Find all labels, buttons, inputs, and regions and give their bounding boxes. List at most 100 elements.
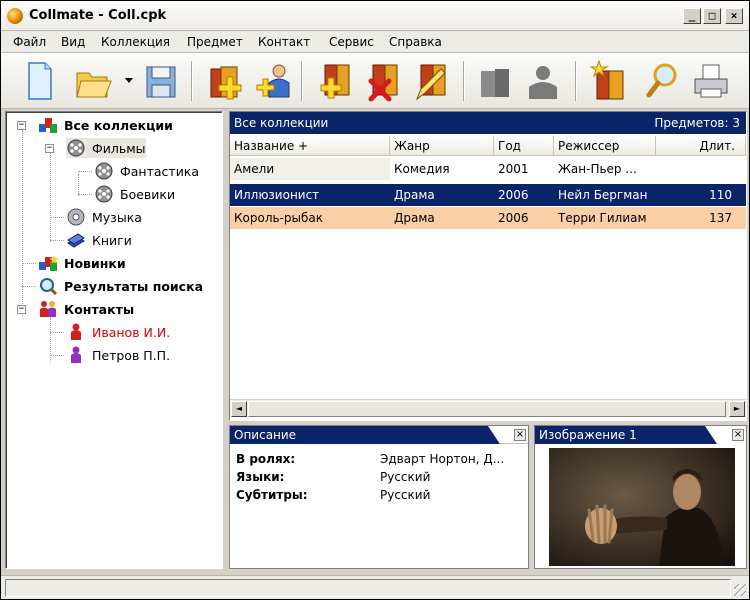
tree-expander[interactable]: − [17,305,26,314]
tree-expander[interactable]: − [17,121,26,130]
prop-label-cast: В ролях: [236,452,296,466]
disabled-item-button[interactable] [475,59,515,103]
resize-grip-icon[interactable] [734,584,746,596]
tree-item-contact-petrov[interactable]: Петров П.П. [66,345,170,365]
tree-item-label: Петров П.П. [92,347,171,363]
add-contact-icon [256,64,290,98]
menu-help[interactable]: Справка [389,35,442,49]
title-bar[interactable]: Collmate - Coll.cpk _ □ × [1,1,749,31]
items-count: Предметов: 3 [654,116,740,130]
tree-item-boeviki[interactable]: Боевики [94,184,175,204]
cell-year: 2001 [498,162,529,176]
toolbar-separator [575,61,577,101]
image-caption: Изображение 1 [539,428,637,442]
menu-item[interactable]: Предмет [187,35,243,49]
tree-item-label: Книги [92,232,132,248]
delete-item-icon [368,64,398,102]
new-items-icon [589,59,624,100]
music-disc-icon [67,208,85,226]
scroll-right-button[interactable]: ► [729,401,745,417]
cell-title: Иллюзионист [234,188,320,202]
cell-year: 2006 [498,188,529,202]
cell-genre: Комедия [394,162,450,176]
status-field [5,579,731,597]
tree-item-label: Иванов И.И. [92,324,171,340]
open-folder-icon [76,72,112,98]
tree-item-fantastika[interactable]: Фантастика [94,161,199,181]
tree-item-music[interactable]: Музыка [66,207,142,227]
delete-item-button[interactable] [363,59,403,103]
status-bar [1,575,749,599]
horizontal-scrollbar[interactable]: ◄ ► [230,399,746,417]
person-purple-icon [71,346,81,363]
menu-view[interactable]: Вид [61,35,85,49]
tree-item-label: Все коллекции [64,117,173,133]
cell-director: Терри Гилиам [558,211,647,225]
menu-file[interactable]: Файл [13,35,46,49]
disabled-contact-button[interactable] [521,59,561,103]
books-icon [67,233,85,248]
list-caption-title: Все коллекции [234,116,329,130]
tree-expander[interactable]: − [45,144,54,153]
table-row-selected[interactable]: Иллюзионист Драма 2006 Нейл Бергман 110 [230,184,746,206]
collection-tree: − − − Все коллекции Фильмы Фантастика Бо… [5,111,223,569]
add-item-icon [320,64,350,99]
prop-label-languages: Языки: [236,470,285,484]
save-button[interactable] [141,59,181,103]
maximize-button[interactable]: □ [703,8,721,24]
list-caption: Все коллекции Предметов: 3 [230,112,746,134]
description-caption: Описание [234,428,297,442]
disabled-item-icon [481,69,509,97]
tree-item-contact-ivanov[interactable]: Иванов И.И. [66,322,170,342]
image-panel: Изображение 1 × [534,425,747,569]
tree-item-label: Контакты [64,301,135,317]
toolbar [1,53,749,109]
image-close-button[interactable]: × [732,429,744,441]
open-dropdown-icon[interactable] [125,78,133,83]
description-close-button[interactable]: × [514,429,526,441]
menu-collection[interactable]: Коллекция [101,35,170,49]
add-contact-button[interactable] [253,59,293,103]
column-header-title[interactable]: Название + [230,136,390,156]
app-window: Collmate - Coll.cpk _ □ × Файл Вид Колле… [0,0,750,600]
edit-item-button[interactable] [411,59,451,103]
add-collection-button[interactable] [205,59,245,103]
tree-item-search-results[interactable]: Результаты поиска [38,276,203,296]
column-header-director[interactable]: Режиссер [554,136,656,156]
search-results-icon [40,278,58,295]
tree-item-label: Фантастика [120,163,200,179]
menu-service[interactable]: Сервис [329,35,374,49]
scroll-thumb[interactable] [248,401,726,417]
new-file-icon [28,62,52,100]
table-row[interactable]: Король-рыбак Драма 2006 Терри Гилиам 137 [230,207,746,229]
tree-item-label: Фильмы [92,140,146,156]
search-button[interactable] [643,59,683,103]
tree-item-label: Музыка [92,209,142,225]
print-icon [694,64,728,98]
cell-genre: Драма [394,211,435,225]
tree-item-all-collections[interactable]: Все коллекции [38,115,173,135]
open-button[interactable] [73,59,113,103]
tree-item-films[interactable]: Фильмы [66,138,146,158]
tree-item-new[interactable]: Новинки [38,253,126,273]
cell-title: Амели [234,162,275,176]
all-collections-icon [39,118,57,133]
print-button[interactable] [691,59,731,103]
new-file-button[interactable] [19,59,59,103]
column-header-duration[interactable]: Длит. [656,136,746,156]
tree-item-label: Боевики [120,186,176,202]
menu-contact[interactable]: Контакт [258,35,310,49]
table-row[interactable]: Амели Комедия 2001 Жан-Пьер ... [230,158,746,180]
prop-value-languages: Русский [380,470,431,484]
contacts-icon [40,301,56,317]
tree-item-contacts[interactable]: Контакты [38,299,134,319]
column-header-year[interactable]: Год [494,136,554,156]
scroll-left-button[interactable]: ◄ [231,401,247,417]
minimize-button[interactable]: _ [683,8,701,24]
column-header-genre[interactable]: Жанр [390,136,494,156]
add-item-button[interactable] [315,59,355,103]
close-button[interactable]: × [725,8,743,24]
new-items-button[interactable] [589,59,629,103]
tree-item-books[interactable]: Книги [66,230,132,250]
toolbar-separator [191,61,193,101]
